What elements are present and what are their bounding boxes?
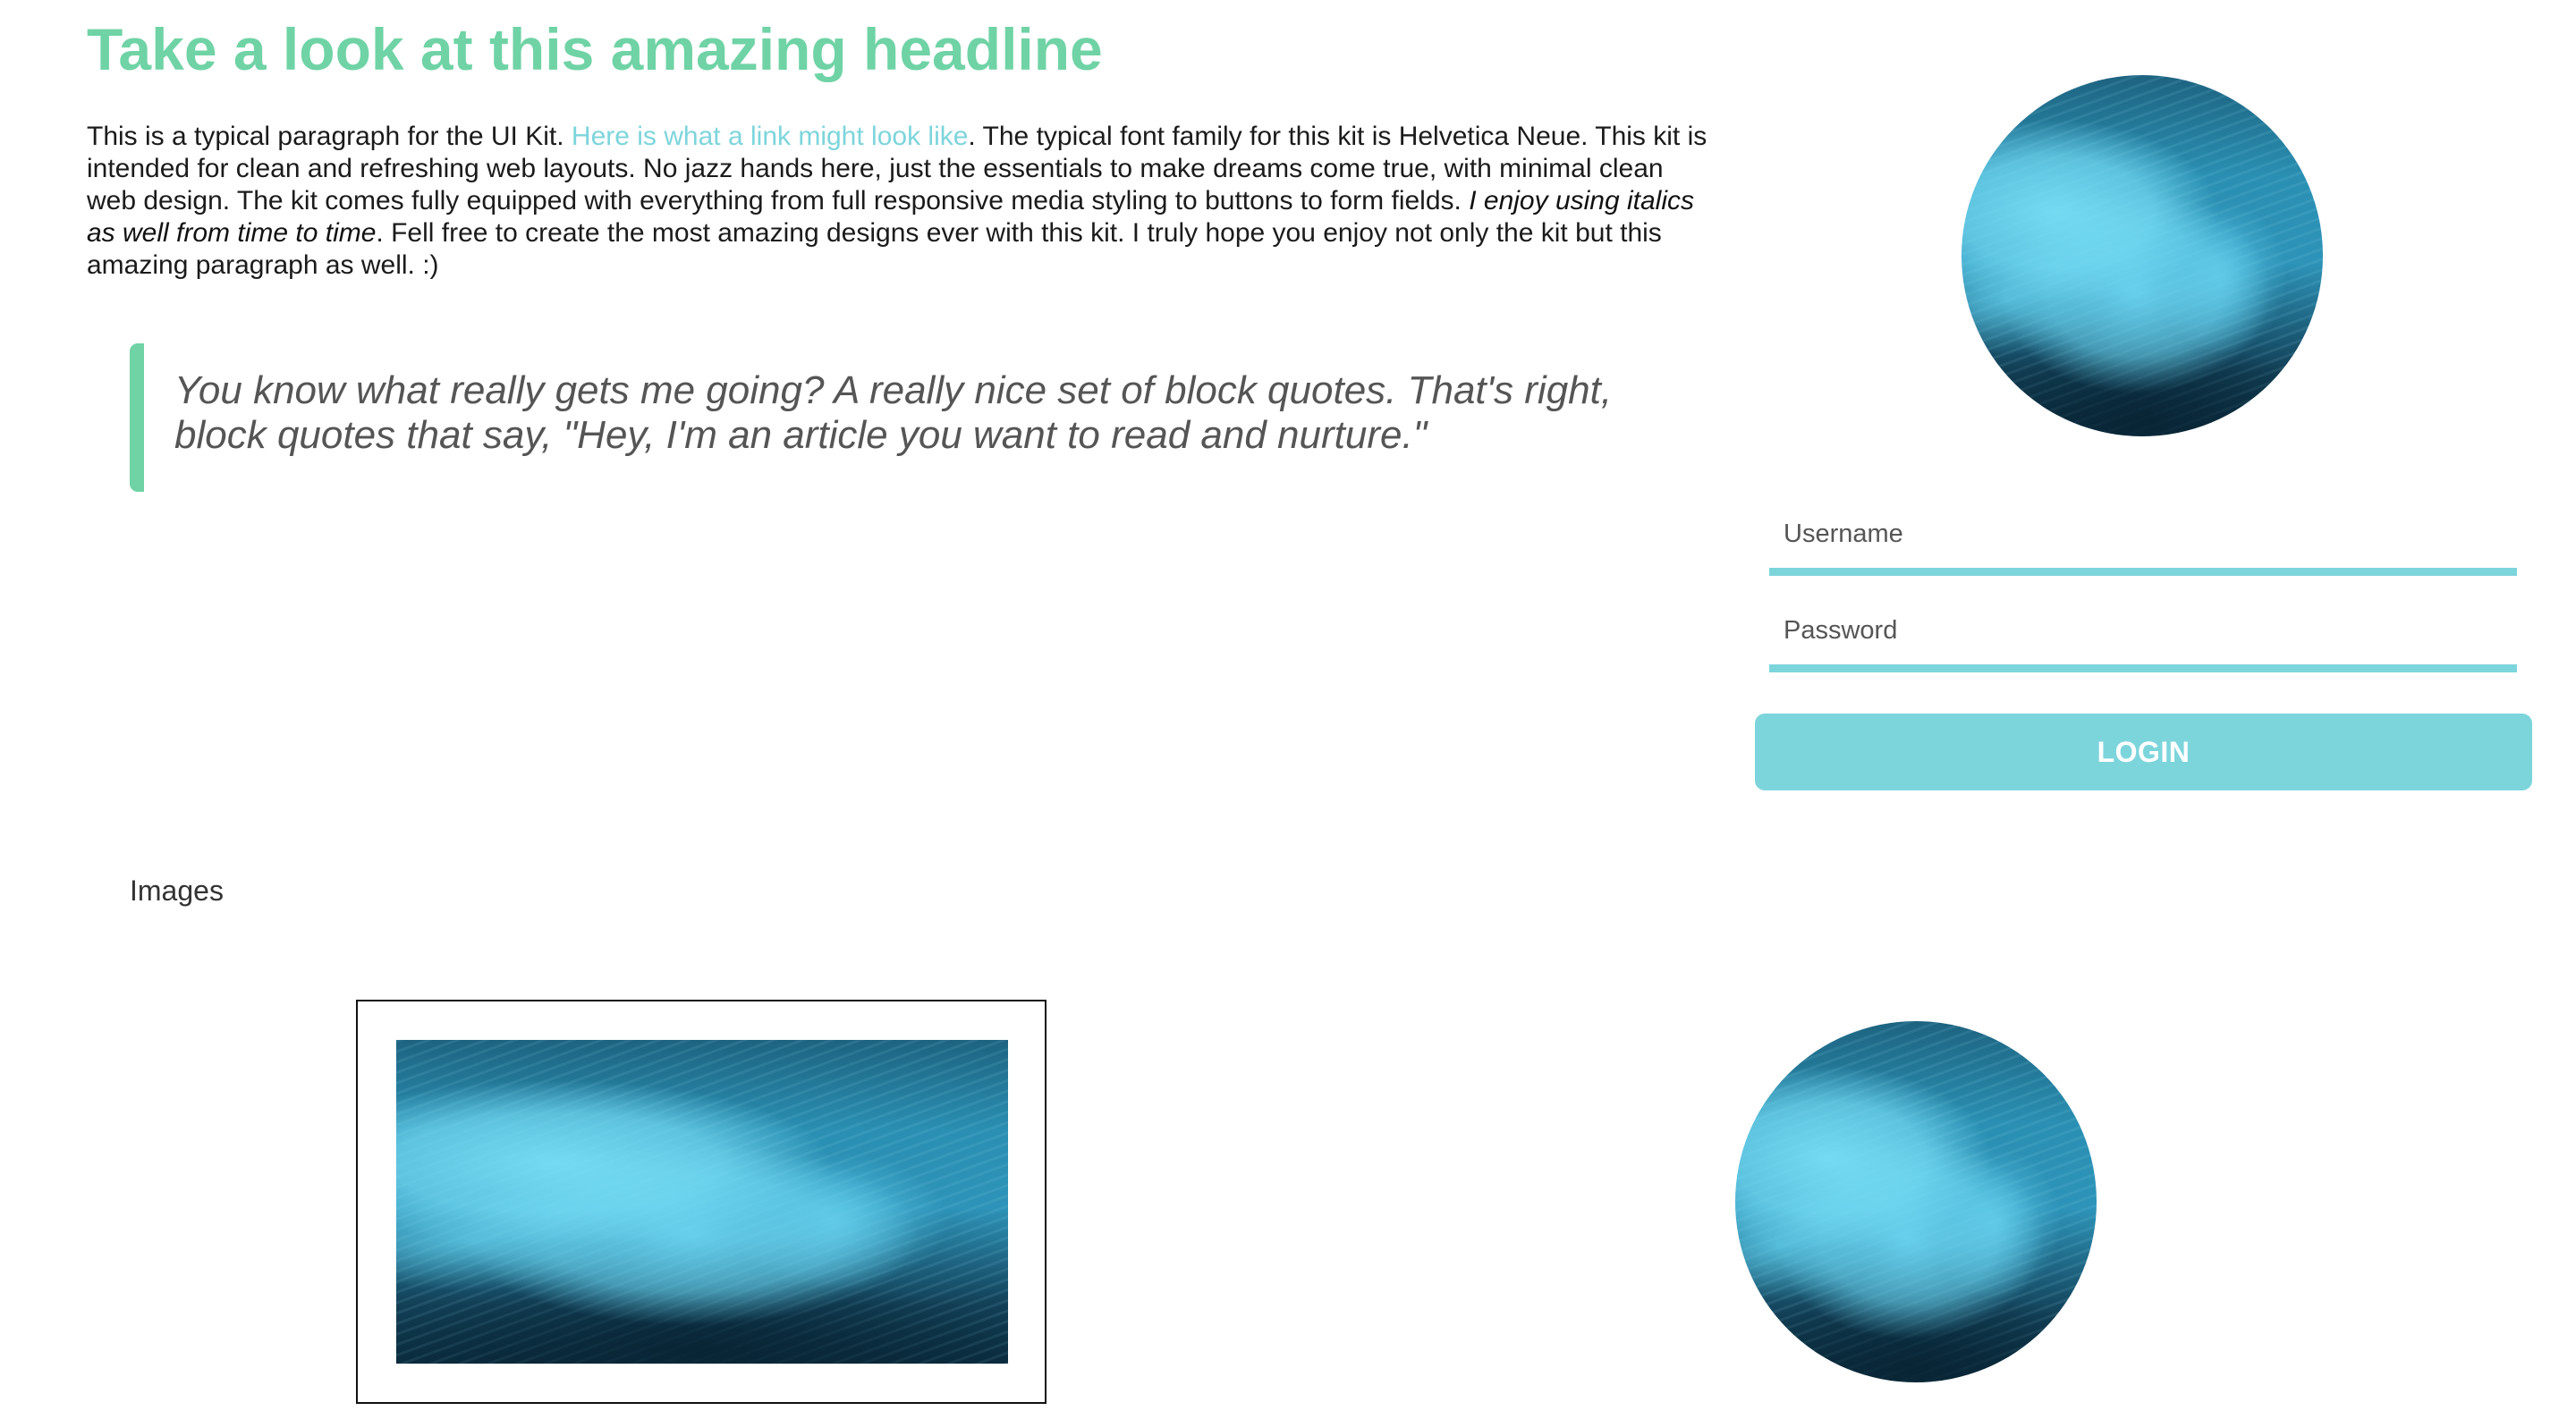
circular-wave-image-bottom [1735, 1021, 2097, 1382]
block-quote: You know what really gets me going? A re… [130, 343, 1677, 492]
username-field-wrapper [1769, 501, 2517, 576]
login-button[interactable]: LOGIN [1755, 714, 2532, 790]
rectangular-wave-image [396, 1040, 1008, 1364]
page-headline: Take a look at this amazing headline [87, 16, 1103, 82]
password-field-wrapper [1769, 597, 2517, 672]
username-input[interactable] [1769, 501, 2517, 568]
images-section-label: Images [130, 874, 224, 907]
circular-wave-image [1962, 75, 2323, 436]
framed-image [356, 1000, 1046, 1404]
login-form: LOGIN [1755, 501, 2532, 796]
paragraph-text-start: This is a typical paragraph for the UI K… [87, 122, 572, 151]
example-link[interactable]: Here is what a link might look like [572, 122, 969, 151]
password-input[interactable] [1769, 597, 2517, 664]
intro-paragraph: This is a typical paragraph for the UI K… [87, 121, 1719, 282]
